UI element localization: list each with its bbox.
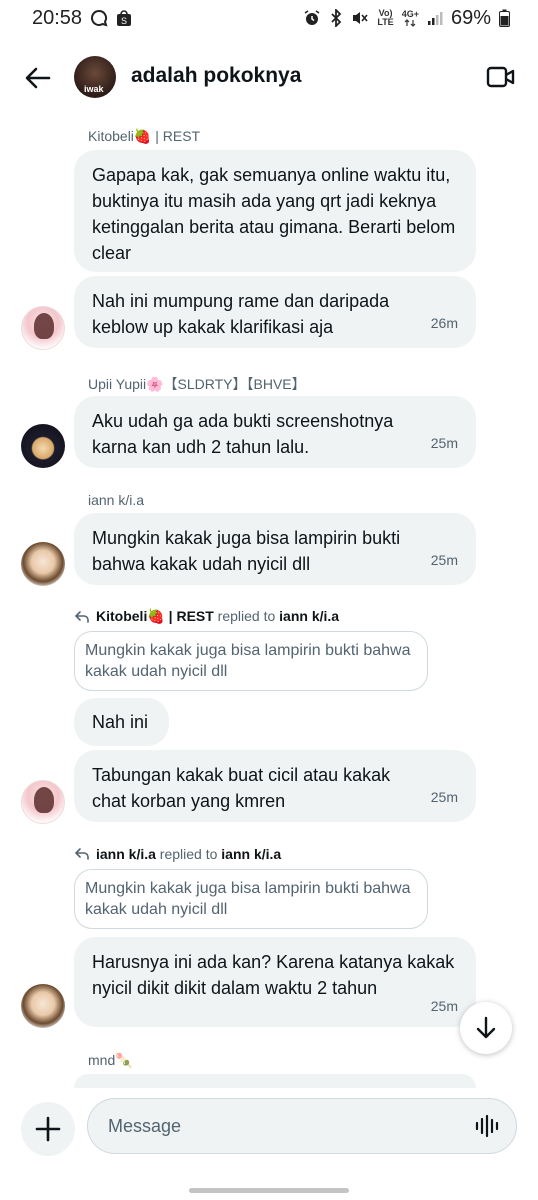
- reply-author: iann k/i.a: [96, 846, 156, 862]
- message-time: 25m: [430, 998, 458, 1014]
- chat-bubble-icon: [90, 9, 108, 27]
- home-indicator[interactable]: [189, 1188, 349, 1193]
- conversation-avatar[interactable]: iwak: [74, 56, 116, 98]
- status-bar: 20:58 S Vo) LTE 4G+ 69%: [0, 0, 538, 36]
- sender-avatar[interactable]: [21, 542, 65, 586]
- message-text: Aku udah ga ada bukti screenshotnya karn…: [92, 411, 394, 457]
- reply-arrow-icon: [74, 610, 89, 623]
- sender-name: Upii Yupii🌸【SLDRTY】【BHVE】: [88, 376, 306, 392]
- sender-avatar[interactable]: [21, 424, 65, 468]
- waveform-icon: [475, 1114, 499, 1138]
- shopping-bag-icon: S: [116, 9, 132, 27]
- conversation-header: iwak adalah pokoknya: [0, 44, 538, 110]
- message-time: 25m: [430, 789, 458, 805]
- voice-message-button[interactable]: [474, 1114, 500, 1138]
- reply-connector: replied to: [213, 608, 280, 624]
- plus-icon: [35, 1116, 61, 1142]
- battery-icon: [499, 9, 510, 27]
- message-time: 26m: [430, 315, 458, 331]
- sender-name: mnd🍡: [88, 1052, 133, 1068]
- quoted-text: Mungkin kakak juga bisa lampirin bukti b…: [85, 880, 411, 918]
- conversation-title[interactable]: adalah pokoknya: [131, 64, 301, 88]
- message-text: Tabungan kakak buat cicil atau kakak cha…: [92, 765, 391, 811]
- reply-label: Kitobeli🍓 | REST replied to iann k/i.a: [74, 608, 339, 625]
- quoted-text: Mungkin kakak juga bisa lampirin bukti b…: [85, 642, 411, 680]
- message-text: Gapapa kak, gak semuanya online waktu it…: [92, 165, 456, 263]
- message-input[interactable]: [87, 1098, 517, 1154]
- message-bubble[interactable]: Harusnya ini ada kan? Karena katanya kak…: [74, 937, 476, 1027]
- alarm-icon: [303, 9, 321, 27]
- back-button[interactable]: [22, 62, 54, 94]
- svg-text:S: S: [121, 16, 127, 26]
- quoted-message[interactable]: Mungkin kakak juga bisa lampirin bukti b…: [74, 869, 428, 929]
- scroll-to-bottom-button[interactable]: [460, 1002, 512, 1054]
- sender-avatar[interactable]: [21, 306, 65, 350]
- status-time: 20:58: [32, 6, 83, 29]
- message-bubble[interactable]: Tabungan kakak buat cicil atau kakak cha…: [74, 750, 476, 822]
- network-type-icon: 4G+: [402, 9, 419, 27]
- signal-icon: [427, 10, 443, 26]
- message-bubble[interactable]: Mungkin kakak juga bisa lampirin bukti b…: [74, 513, 476, 585]
- reply-target: iann k/i.a: [221, 846, 282, 862]
- message-time: 25m: [430, 435, 458, 451]
- sender-avatar[interactable]: [21, 984, 65, 1028]
- message-text: Harusnya ini ada kan? Karena katanya kak…: [92, 952, 455, 998]
- reply-target: iann k/i.a: [279, 608, 340, 624]
- reply-label: iann k/i.a replied to iann k/i.a: [74, 846, 281, 862]
- sender-name: Kitobeli🍓 | REST: [88, 128, 201, 144]
- sender-avatar[interactable]: [21, 780, 65, 824]
- arrow-left-icon: [25, 67, 51, 89]
- message-text: Nah ini mumpung rame dan daripada keblow…: [92, 291, 390, 337]
- battery-percent: 69%: [450, 6, 491, 29]
- volte-indicator: Vo) LTE: [377, 8, 394, 27]
- message-bubble[interactable]: Aku udah ga ada bukti screenshotnya karn…: [74, 396, 476, 468]
- reply-author: Kitobeli🍓 | REST: [96, 608, 214, 624]
- quoted-message[interactable]: Mungkin kakak juga bisa lampirin bukti b…: [74, 631, 428, 691]
- sender-name: iann k/i.a: [88, 492, 145, 508]
- add-attachment-button[interactable]: [21, 1102, 75, 1156]
- message-bubble[interactable]: Nah ini: [74, 698, 169, 746]
- message-composer: [0, 1088, 538, 1200]
- message-text: Nah ini: [92, 712, 149, 732]
- video-camera-icon: [486, 66, 515, 88]
- message-text: Mungkin kakak juga bisa lampirin bukti b…: [92, 528, 401, 574]
- message-time: 25m: [430, 552, 458, 568]
- message-bubble[interactable]: Gapapa kak, gak semuanya online waktu it…: [74, 150, 476, 272]
- message-bubble[interactable]: Nah ini mumpung rame dan daripada keblow…: [74, 276, 476, 348]
- bluetooth-icon: [329, 9, 343, 27]
- reply-arrow-icon: [74, 848, 89, 860]
- reply-connector: replied to: [155, 846, 222, 862]
- message-bubble[interactable]: [74, 1074, 476, 1088]
- mute-icon: [351, 9, 369, 27]
- video-call-button[interactable]: [486, 64, 516, 90]
- arrow-down-icon: [476, 1016, 496, 1039]
